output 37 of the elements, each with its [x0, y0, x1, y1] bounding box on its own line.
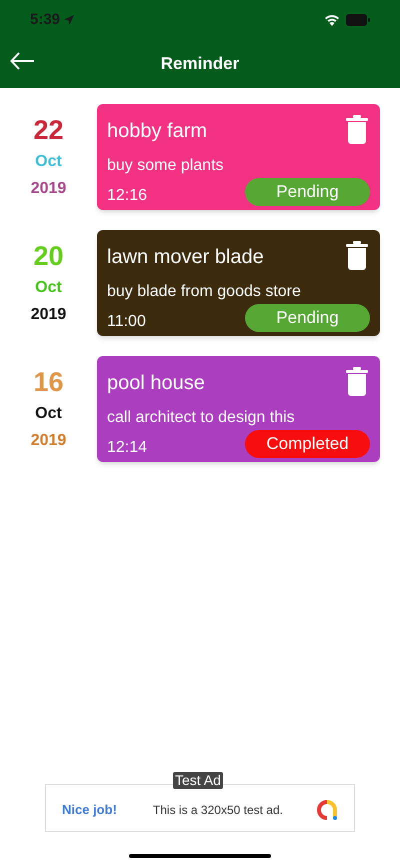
reminder-note: call architect to design this: [107, 408, 296, 428]
date-day: 16: [33, 366, 64, 398]
battery-icon: [346, 14, 370, 26]
status-pill: Pending: [245, 178, 370, 206]
ad-banner[interactable]: Nice job! This is a 320x50 test ad.: [45, 784, 355, 832]
status-pill: Completed: [245, 430, 370, 458]
date-day: 20: [33, 240, 64, 272]
reminder-title: pool house: [107, 371, 205, 396]
screen-title: Reminder: [160, 53, 240, 76]
status-pill: Pending: [245, 304, 370, 332]
ad-logo-icon: [316, 799, 338, 821]
wifi-icon: [324, 14, 340, 26]
reminder-card[interactable]: pool house call architect to design this 12:14 Completed: [97, 356, 380, 462]
reminder-note: buy blade from goods store: [107, 282, 302, 302]
date-day: 22: [33, 114, 64, 146]
date-month: Oct: [35, 278, 62, 298]
reminder-time: 11:00: [107, 312, 146, 332]
status-time: 5:39: [30, 10, 60, 30]
ad-headline: Nice job!: [62, 801, 117, 820]
date-month: Oct: [35, 152, 62, 172]
location-icon: [64, 15, 74, 25]
reminder-card[interactable]: lawn mover blade buy blade from goods store 11:00 Pending: [97, 230, 380, 336]
reminder-card[interactable]: hobby farm buy some plants 12:16 Pending: [97, 104, 380, 210]
date-year: 2019: [30, 431, 66, 451]
reminder-time: 12:14: [107, 438, 148, 458]
reminder-note: buy some plants: [107, 156, 225, 176]
back-arrow-icon: [10, 52, 35, 70]
date-year: 2019: [30, 305, 66, 325]
trash-icon[interactable]: [346, 240, 368, 270]
reminder-title: hobby farm: [107, 119, 208, 144]
reminder-time: 12:16: [107, 186, 148, 206]
reminder-title: lawn mover blade: [107, 245, 264, 270]
back-button[interactable]: [10, 52, 35, 70]
date-year: 2019: [30, 179, 66, 199]
test-ad-label: Test Ad: [173, 772, 223, 789]
ad-text: This is a 320x50 test ad.: [152, 802, 283, 819]
date-month: Oct: [35, 404, 62, 424]
